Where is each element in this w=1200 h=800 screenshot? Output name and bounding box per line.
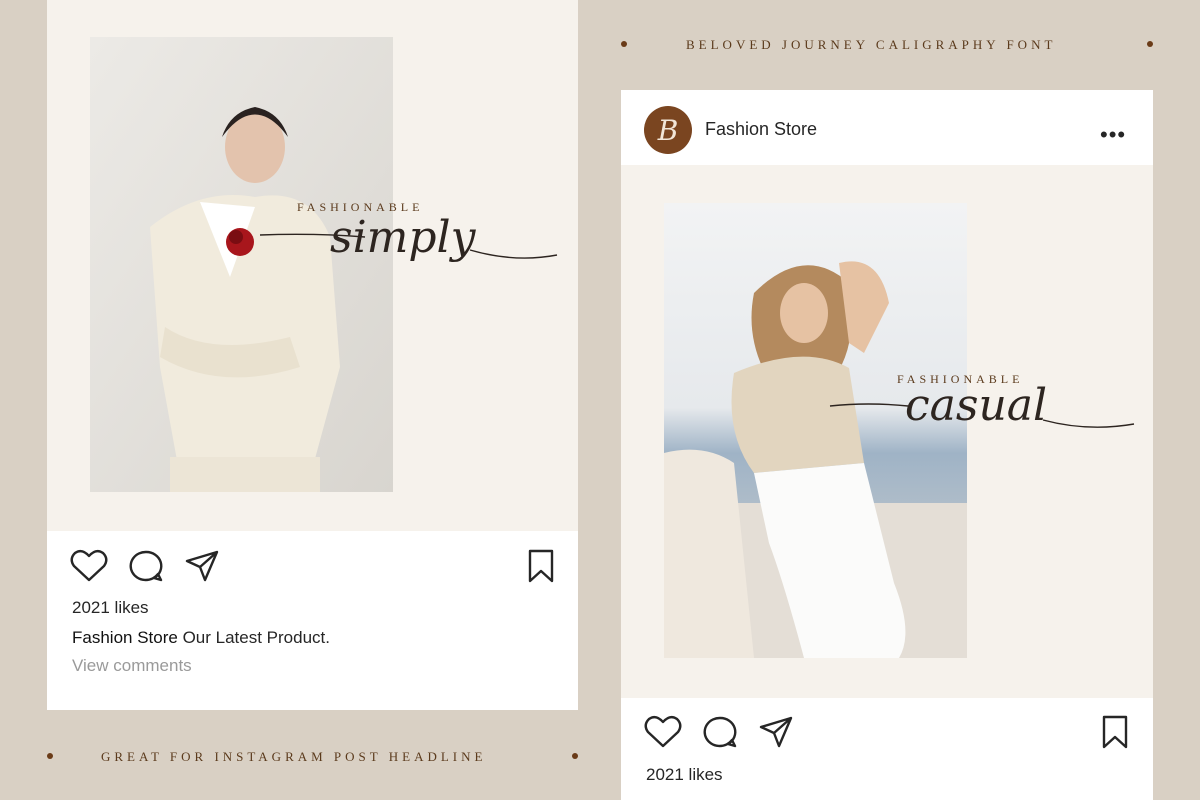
avatar[interactable]: B [644,106,692,154]
view-comments-link[interactable]: View comments [72,656,192,676]
caption-username[interactable]: Fashion Store [72,628,178,647]
banner-dot-right [1147,41,1153,47]
bottom-banner-dot-left [47,753,53,759]
more-options-icon[interactable]: ••• [1100,122,1126,148]
send-icon[interactable] [756,714,796,750]
left-likes-count: 2021 likes [72,598,149,617]
left-caption: Fashion Store Our Latest Product. [72,628,330,648]
banner-dot-left [621,41,627,47]
caption-text: Our Latest Product. [177,628,330,647]
left-headline-script: simply [330,212,476,263]
right-post-header [621,90,1153,165]
bottom-banner-dot-right [572,753,578,759]
bottom-banner-text: GREAT FOR INSTAGRAM POST HEADLINE [101,749,487,764]
comment-icon[interactable] [700,714,740,750]
right-likes-count: 2021 likes [646,765,723,784]
heart-icon[interactable] [69,548,109,584]
right-headline-script: casual [905,380,1048,431]
send-icon[interactable] [182,548,222,584]
top-banner-text: BELOVED JOURNEY CALIGRAPHY FONT [686,37,1057,52]
account-name[interactable]: Fashion Store [705,119,817,140]
comment-icon[interactable] [126,548,166,584]
bookmark-icon[interactable] [524,548,558,584]
bookmark-icon[interactable] [1098,714,1132,750]
heart-icon[interactable] [643,714,683,750]
